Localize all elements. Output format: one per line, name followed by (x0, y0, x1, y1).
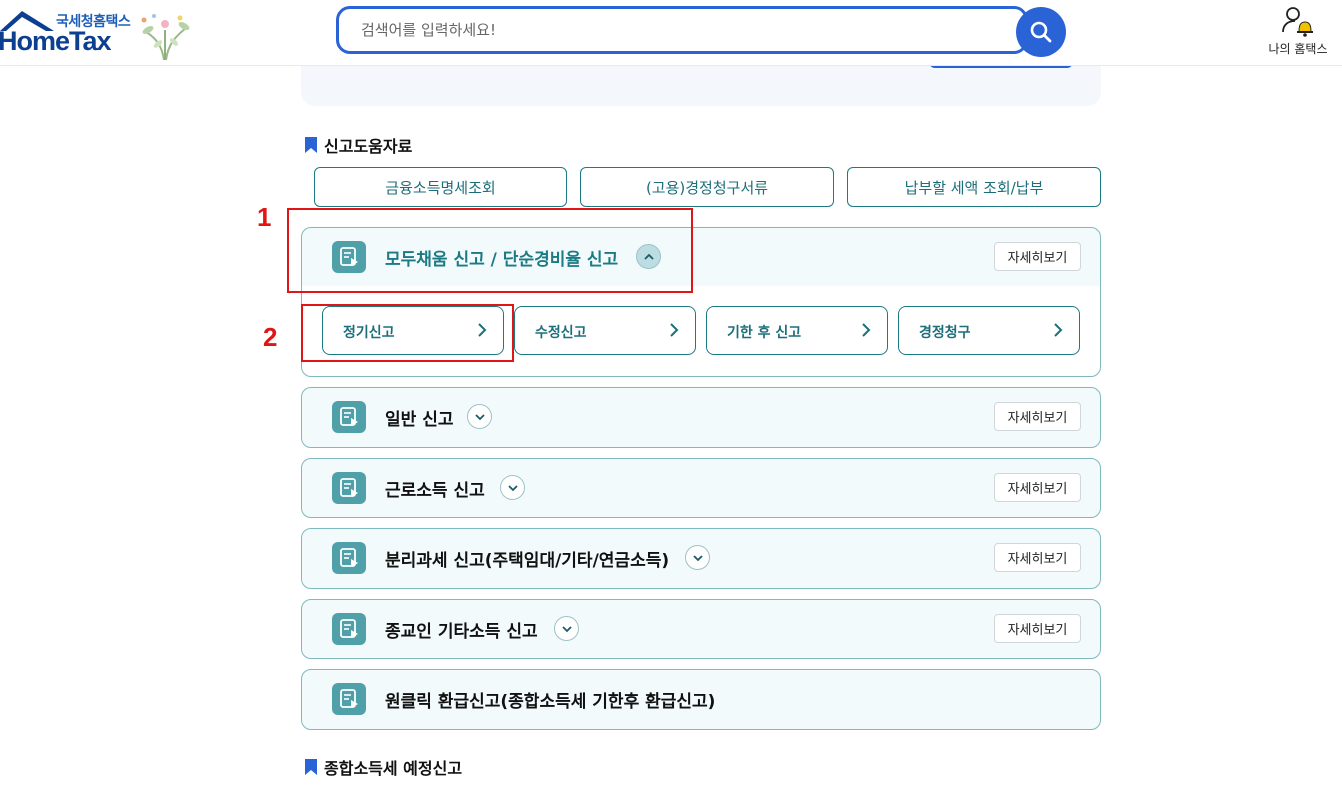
section-title-help: 신고도움자료 (304, 133, 412, 157)
amended-filing-label: 수정신고 (535, 325, 587, 341)
panel-earned-income-filing[interactable]: 근로소득 신고 자세히보기 (301, 458, 1101, 518)
financial-income-button[interactable]: 금융소득명세조회 (314, 167, 567, 207)
detail-button[interactable]: 자세히보기 (994, 614, 1081, 643)
search-button[interactable] (1016, 7, 1066, 57)
section-title-estimate: 종합소득세 예정신고 (304, 755, 462, 779)
search-box[interactable] (336, 6, 1028, 54)
hometax-logo[interactable]: 국세청홈택스 HomeTax (0, 4, 200, 62)
section-title-estimate-text: 종합소득세 예정신고 (324, 759, 463, 778)
detail-button[interactable]: 자세히보기 (994, 242, 1081, 271)
detail-button[interactable]: 자세히보기 (994, 543, 1081, 572)
correction-claim-button[interactable]: 경정청구 (898, 306, 1080, 355)
document-play-icon (332, 613, 366, 645)
panel-oneclick-refund-filing[interactable]: 원클릭 환급신고(종합소득세 기한후 환급신고) (301, 669, 1101, 730)
amended-filing-button[interactable]: 수정신고 (514, 306, 696, 355)
panel-general-filing[interactable]: 일반 신고 자세히보기 (301, 387, 1101, 448)
section-title-help-text: 신고도움자료 (324, 137, 413, 156)
panel-title: 분리과세 신고(주택임대/기타/연금소득) (385, 551, 670, 571)
user-bell-icon (1282, 7, 1313, 37)
panel-title: 종교인 기타소득 신고 (385, 622, 538, 642)
correction-documents-button[interactable]: (고용)경정청구서류 (580, 167, 834, 207)
panel-title: 일반 신고 (385, 410, 454, 430)
search-icon (1030, 21, 1052, 43)
panel-title: 원클릭 환급신고(종합소득세 기한후 환급신고) (385, 692, 716, 712)
header: 국세청홈택스 HomeTax 검색어를 입력하세요! 나의 홈택스 (0, 0, 1342, 66)
chevron-down-icon[interactable] (554, 616, 579, 641)
my-hometax-label: 나의 홈택스 (1268, 42, 1328, 56)
late-filing-button[interactable]: 기한 후 신고 (706, 306, 888, 355)
bookmark-icon (305, 137, 317, 153)
search-input[interactable] (339, 9, 1025, 51)
chevron-down-icon[interactable] (467, 404, 492, 429)
correction-claim-label: 경정청구 (919, 325, 971, 341)
plant-decoration-icon (141, 14, 190, 61)
annotation-number-1: 1 (257, 202, 272, 232)
panel-separate-taxation-filing[interactable]: 분리과세 신고(주택임대/기타/연금소득) 자세히보기 (301, 528, 1101, 589)
document-play-icon (332, 401, 366, 433)
document-play-icon (332, 472, 366, 504)
detail-button[interactable]: 자세히보기 (994, 402, 1081, 431)
document-play-icon (332, 683, 366, 715)
panel-title: 근로소득 신고 (385, 481, 485, 501)
annotation-box-2 (301, 304, 514, 362)
late-filing-label: 기한 후 신고 (727, 325, 802, 341)
chevron-right-icon (1054, 323, 1063, 337)
chevron-right-icon (862, 323, 871, 337)
chevron-right-icon (670, 323, 679, 337)
my-hometax-button[interactable]: 나의 홈택스 (1258, 2, 1338, 62)
bookmark-icon (305, 759, 317, 775)
tax-payment-button[interactable]: 납부할 세액 조회/납부 (847, 167, 1101, 207)
logo-english-text: HomeTax (0, 26, 112, 56)
chevron-down-icon[interactable] (685, 545, 710, 570)
document-play-icon (332, 542, 366, 574)
annotation-number-2: 2 (263, 322, 278, 352)
chevron-down-icon[interactable] (500, 475, 525, 500)
annotation-box-1 (287, 208, 693, 293)
panel-religious-income-filing[interactable]: 종교인 기타소득 신고 자세히보기 (301, 599, 1101, 659)
detail-button[interactable]: 자세히보기 (994, 473, 1081, 502)
